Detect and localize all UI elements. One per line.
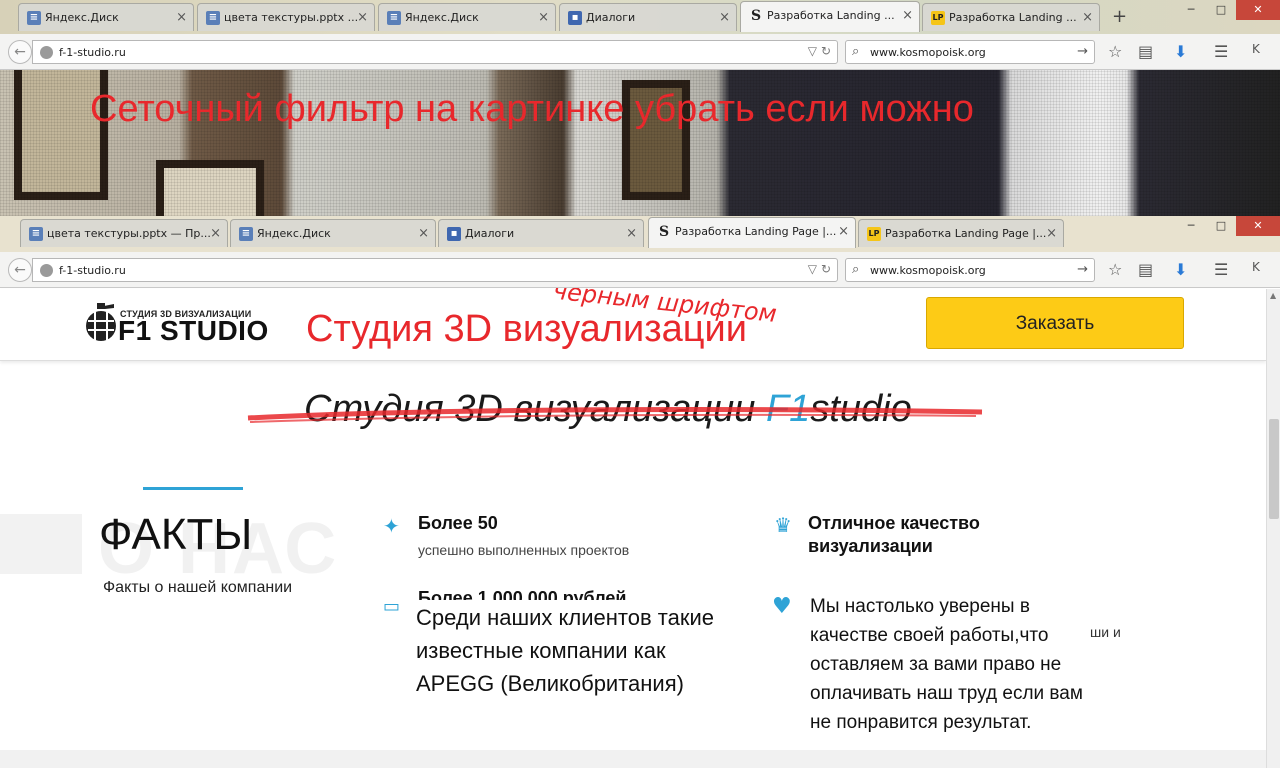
grid-filter-note: Сеточный фильтр на картинке убрать если … — [90, 88, 974, 130]
close-tab-icon[interactable]: × — [838, 224, 849, 239]
dialog-icon: ▪ — [447, 227, 461, 241]
facts-title: ФАКТЫ — [99, 510, 253, 559]
close-window-icon[interactable]: ✕ — [1236, 216, 1280, 236]
globe-icon — [40, 46, 53, 59]
close-tab-icon[interactable]: × — [1082, 10, 1093, 25]
tab-colors-pptx-2[interactable]: ≡ цвета текстуры.pptx — Пр... × — [20, 219, 228, 247]
maximize-icon[interactable]: □ — [1206, 216, 1236, 236]
order-button[interactable]: Заказать — [926, 297, 1184, 349]
bookmark-star-icon[interactable]: ☆ — [1108, 260, 1122, 279]
watermark-block — [0, 514, 82, 574]
close-tab-icon[interactable]: × — [626, 226, 637, 241]
top-search-bar[interactable]: ⌕ www.kosmopoisk.org → — [845, 40, 1095, 64]
handwritten-note-text: черным шрифтом — [552, 288, 778, 328]
bottom-search-bar[interactable]: ⌕ www.kosmopoisk.org → — [845, 258, 1095, 282]
scroll-up-arrow-icon[interactable]: ▲ — [1270, 291, 1276, 300]
top-url-bar[interactable]: f-1-studio.ru ▽ ↻ — [32, 40, 838, 64]
document-icon: ≡ — [206, 11, 220, 25]
top-nav-bar: ← f-1-studio.ru ▽ ↻ ⌕ www.kosmopoisk.org… — [0, 34, 1280, 70]
feature-partial-text: ши и — [1090, 624, 1121, 640]
tab-yandex-disk-2[interactable]: ≡ Яндекс.Диск × — [378, 3, 556, 31]
tab-landing-dev-lp[interactable]: LP Разработка Landing ... × — [922, 3, 1100, 31]
facts-subtitle: Факты о нашей компании — [103, 579, 293, 596]
close-tab-icon[interactable]: × — [1046, 226, 1057, 241]
bookmarks-list-icon[interactable]: ▤ — [1138, 260, 1153, 279]
bottom-url-bar[interactable]: f-1-studio.ru ▽ ↻ — [32, 258, 838, 282]
bookmarks-list-icon[interactable]: ▤ — [1138, 42, 1153, 61]
document-icon: ≡ — [27, 11, 41, 25]
feature-quality-title: Отличное качество визуализации — [808, 513, 980, 556]
page-scrollbar[interactable]: ▲ — [1266, 289, 1280, 768]
download-icon[interactable]: ⬇ — [1174, 260, 1187, 279]
page-bottom-strip — [0, 750, 1266, 768]
close-tab-icon[interactable]: × — [902, 8, 913, 23]
tab-landing-page-lp[interactable]: LP Разработка Landing Page |... × — [858, 219, 1064, 247]
feature-projects-desc: успешно выполненных проектов — [418, 542, 630, 558]
tab-landing-dev-active[interactable]: S Разработка Landing ... × — [740, 1, 920, 32]
grenade-logo-icon[interactable] — [84, 303, 118, 343]
bookmark-star-icon[interactable]: ☆ — [1108, 42, 1122, 61]
back-arrow-icon[interactable]: ← — [8, 40, 32, 64]
menu-icon[interactable]: ☰ — [1214, 42, 1228, 61]
tab-colors-pptx[interactable]: ≡ цвета текстуры.pptx ... × — [197, 3, 375, 31]
site-s-icon: S — [658, 224, 670, 240]
feature-projects-title: Более 50 — [418, 513, 498, 533]
tab-dialogs-2[interactable]: ▪ Диалоги × — [438, 219, 644, 247]
lp-icon: LP — [931, 11, 945, 25]
k-extension-icon[interactable]: K — [1252, 260, 1260, 274]
k-extension-icon[interactable]: K — [1252, 42, 1260, 56]
facts-accent-bar — [143, 487, 243, 490]
reload-icon[interactable]: ↻ — [821, 44, 831, 58]
heart-icon: ♥ — [772, 594, 792, 619]
document-icon: ≡ — [29, 227, 43, 241]
trophy-icon: ♛ — [774, 513, 792, 537]
magic-wand-icon: ✦ — [383, 514, 400, 538]
red-strike-line — [247, 407, 983, 423]
tab-yandex-disk-1[interactable]: ≡ Яндекс.Диск × — [18, 3, 194, 31]
maximize-icon[interactable]: □ — [1206, 0, 1236, 20]
dropdown-arrow-icon[interactable]: ▽ — [808, 44, 817, 58]
scroll-thumb[interactable] — [1269, 419, 1279, 519]
bottom-nav-bar: ← f-1-studio.ru ▽ ↻ ⌕ www.kosmopoisk.org… — [0, 252, 1280, 288]
search-go-icon[interactable]: → — [1077, 262, 1088, 277]
tab-dialogs[interactable]: ▪ Диалоги × — [559, 3, 737, 31]
site-s-icon: S — [750, 8, 762, 24]
minimize-icon[interactable]: ─ — [1176, 216, 1206, 236]
document-icon: ≡ — [387, 11, 401, 25]
handwritten-annotation: черным шрифтом — [552, 288, 778, 328]
menu-icon[interactable]: ☰ — [1214, 260, 1228, 279]
close-tab-icon[interactable]: × — [357, 10, 368, 25]
clients-note-box: Среди наших клиентов такие известные ком… — [416, 600, 720, 768]
money-icon: ▭ — [383, 596, 401, 617]
close-tab-icon[interactable]: × — [418, 226, 429, 241]
search-icon: ⌕ — [852, 262, 860, 277]
document-icon: ≡ — [239, 227, 253, 241]
guarantee-note-box: Мы настолько уверены в качестве своей ра… — [810, 591, 1090, 768]
minimize-icon[interactable]: ─ — [1176, 0, 1206, 20]
download-icon[interactable]: ⬇ — [1174, 42, 1187, 61]
close-tab-icon[interactable]: × — [719, 10, 730, 25]
dialog-icon: ▪ — [568, 11, 582, 25]
search-go-icon[interactable]: → — [1077, 44, 1088, 59]
picture-frame — [156, 160, 264, 216]
new-tab-icon[interactable]: + — [1112, 6, 1127, 27]
close-tab-icon[interactable]: × — [176, 10, 187, 25]
back-arrow-icon[interactable]: ← — [8, 258, 32, 282]
logo-name[interactable]: F1 STUDIO — [118, 315, 269, 347]
globe-icon — [40, 264, 53, 277]
lp-icon: LP — [867, 227, 881, 241]
close-window-icon[interactable]: ✕ — [1236, 0, 1280, 20]
search-icon: ⌕ — [852, 44, 860, 59]
dropdown-arrow-icon[interactable]: ▽ — [808, 262, 817, 276]
bottom-tab-strip: ≡ цвета текстуры.pptx — Пр... × ≡ Яндекс… — [0, 216, 1280, 252]
top-tab-strip: ≡ Яндекс.Диск × ≡ цвета текстуры.pptx ..… — [0, 0, 1280, 34]
tab-yandex-disk-3[interactable]: ≡ Яндекс.Диск × — [230, 219, 436, 247]
close-tab-icon[interactable]: × — [210, 226, 221, 241]
tab-landing-page-active[interactable]: S Разработка Landing Page |... × — [648, 217, 856, 248]
close-tab-icon[interactable]: × — [538, 10, 549, 25]
reload-icon[interactable]: ↻ — [821, 262, 831, 276]
